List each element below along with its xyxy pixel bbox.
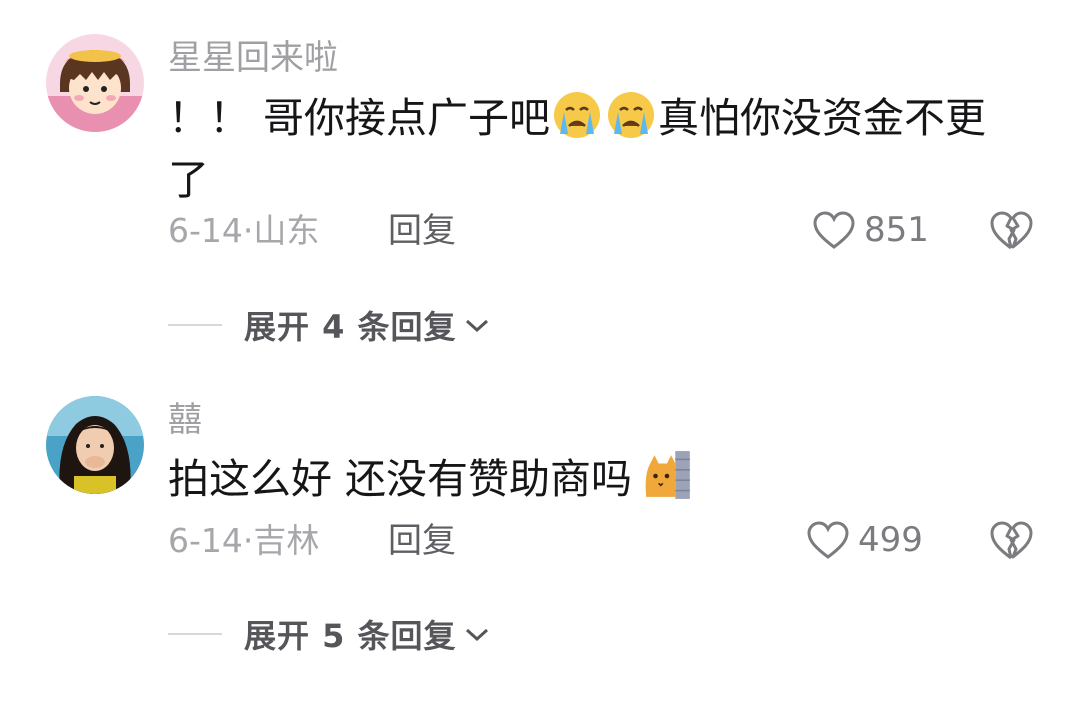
comment-location: 吉林 xyxy=(253,521,320,560)
crying-face-icon xyxy=(608,92,655,138)
heart-icon xyxy=(807,521,849,559)
avatar[interactable] xyxy=(46,396,144,494)
meta-separator: · xyxy=(242,521,254,560)
expand-replies-label: 展开 5 条回复 xyxy=(244,617,457,655)
comment-location: 山东 xyxy=(253,211,320,250)
like-button[interactable]: 851 xyxy=(812,208,929,252)
username[interactable]: 囍 xyxy=(168,400,202,440)
divider-line xyxy=(168,324,222,326)
like-button[interactable]: 499 xyxy=(806,518,923,562)
divider-line xyxy=(168,633,222,635)
photo-avatar-icon xyxy=(46,396,144,494)
broken-heart-icon xyxy=(990,211,1033,250)
dislike-button[interactable] xyxy=(988,208,1034,252)
avatar[interactable] xyxy=(46,34,144,132)
reply-button[interactable]: 回复 xyxy=(388,211,456,251)
comment-text-part: 拍这么好 还没有赞助商吗 xyxy=(168,455,633,503)
expand-replies-button[interactable]: 展开 4 条回复 xyxy=(168,305,491,346)
comment-text: 拍这么好 还没有赞助商吗 xyxy=(168,448,1018,510)
broken-heart-icon xyxy=(990,521,1033,560)
chevron-down-icon xyxy=(465,319,488,333)
like-count: 499 xyxy=(858,520,923,560)
like-count: 851 xyxy=(864,210,929,250)
crying-face-icon xyxy=(554,92,601,138)
comment-text: ！！ 哥你接点广子吧 真怕你没资金不更了 xyxy=(168,87,1018,211)
comment-text-part: ！！ 哥你接点广子吧 xyxy=(168,94,551,142)
meta-separator: · xyxy=(242,211,254,250)
chevron-down-icon xyxy=(465,628,488,642)
reply-button[interactable]: 回复 xyxy=(388,521,456,561)
expand-replies-label: 展开 4 条回复 xyxy=(244,308,457,346)
peeking-cat-icon xyxy=(645,451,690,499)
comment-meta: 6-14·山东 xyxy=(168,211,319,251)
comment-date: 6-14 xyxy=(168,521,243,560)
comment-meta: 6-14·吉林 xyxy=(168,521,319,561)
username[interactable]: 星星回来啦 xyxy=(168,38,338,78)
comment-date: 6-14 xyxy=(168,211,243,250)
heart-icon xyxy=(813,211,855,249)
expand-replies-button[interactable]: 展开 5 条回复 xyxy=(168,614,491,655)
cartoon-girl-avatar-icon xyxy=(46,34,144,132)
dislike-button[interactable] xyxy=(988,518,1034,562)
